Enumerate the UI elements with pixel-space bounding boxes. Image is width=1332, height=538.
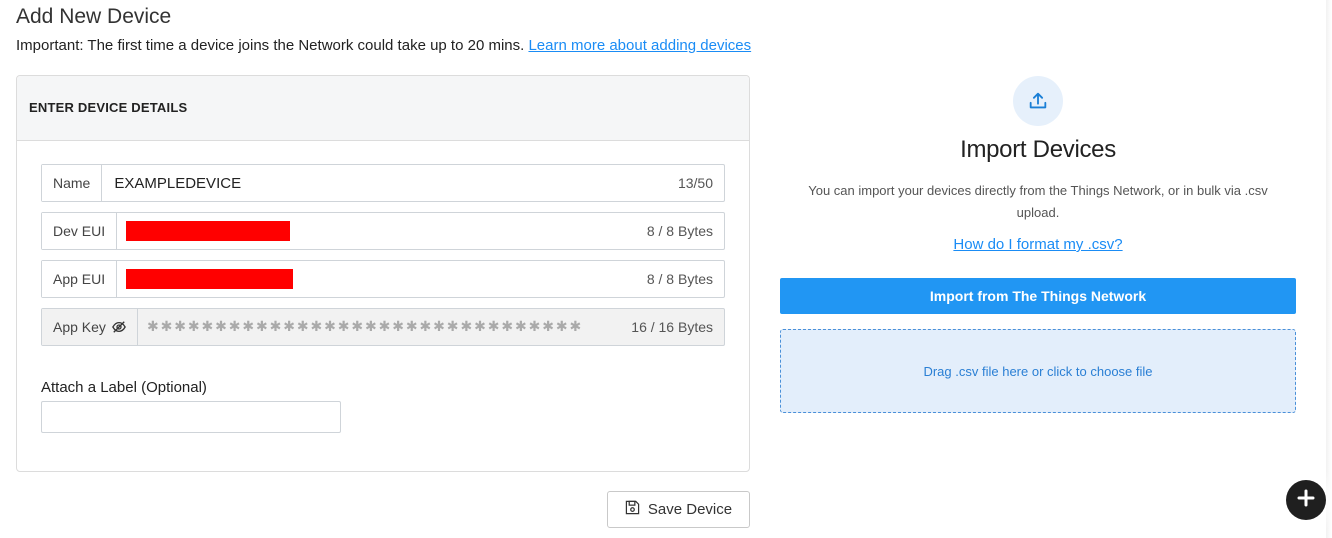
device-details-card: ENTER DEVICE DETAILS Name EXAMPLEDEVICE … <box>16 75 750 472</box>
app-key-field[interactable]: App Key ✱✱✱✱✱✱✱✱✱✱✱✱✱✱✱✱✱✱✱✱✱✱✱✱✱✱✱✱✱✱✱✱… <box>41 308 725 346</box>
app-eui-input[interactable] <box>117 261 647 297</box>
app-eui-field[interactable]: App EUI 8 / 8 Bytes <box>41 260 725 298</box>
name-label: Name <box>42 165 103 201</box>
learn-more-link[interactable]: Learn more about adding devices <box>528 37 751 54</box>
import-devices-title: Import Devices <box>960 136 1116 163</box>
eye-slash-icon[interactable] <box>112 320 126 334</box>
dev-eui-label: Dev EUI <box>42 213 118 249</box>
attach-label-input[interactable] <box>41 401 341 433</box>
import-ttn-button[interactable]: Import from The Things Network <box>780 278 1296 314</box>
dev-eui-counter: 8 / 8 Bytes <box>646 223 713 239</box>
save-device-button[interactable]: Save Device <box>607 491 750 528</box>
add-fab-button[interactable] <box>1286 480 1326 520</box>
important-text: The first time a device joins the Networ… <box>83 37 529 54</box>
name-input[interactable]: EXAMPLEDEVICE <box>102 165 678 201</box>
dropzone-text: Drag .csv file here or click to choose f… <box>923 363 1153 379</box>
name-counter: 13/50 <box>677 175 713 191</box>
save-icon <box>625 500 640 519</box>
device-details-header: ENTER DEVICE DETAILS <box>17 76 749 141</box>
app-eui-label: App EUI <box>42 261 118 297</box>
app-key-label: App Key <box>53 319 106 335</box>
dev-eui-redaction <box>126 221 291 241</box>
save-device-label: Save Device <box>647 501 733 518</box>
upload-icon <box>1013 76 1063 126</box>
csv-format-link[interactable]: How do I format my .csv? <box>780 236 1296 253</box>
csv-dropzone[interactable]: Drag .csv file here or click to choose f… <box>780 329 1296 413</box>
app-eui-redaction <box>126 269 294 289</box>
plus-icon <box>1296 488 1316 513</box>
app-key-input[interactable]: ✱✱✱✱✱✱✱✱✱✱✱✱✱✱✱✱✱✱✱✱✱✱✱✱✱✱✱✱✱✱✱✱ <box>137 309 632 345</box>
page-title: Add New Device <box>16 5 172 28</box>
app-key-masked-value: ✱✱✱✱✱✱✱✱✱✱✱✱✱✱✱✱✱✱✱✱✱✱✱✱✱✱✱✱✱✱✱✱ <box>146 319 584 335</box>
app-key-counter: 16 / 16 Bytes <box>631 319 713 335</box>
attach-label-title: Attach a Label (Optional) <box>41 379 207 396</box>
dev-eui-field[interactable]: Dev EUI 8 / 8 Bytes <box>41 212 725 250</box>
dev-eui-input[interactable] <box>117 213 647 249</box>
important-label: Important: <box>16 37 84 54</box>
import-devices-description: You can import your devices directly fro… <box>808 183 1268 220</box>
name-field[interactable]: Name EXAMPLEDEVICE 13/50 <box>41 164 725 202</box>
app-eui-counter: 8 / 8 Bytes <box>646 271 713 287</box>
app-key-addon: App Key <box>42 309 138 345</box>
important-notice: Important: The first time a device joins… <box>16 37 751 54</box>
scroll-edge <box>1326 0 1332 538</box>
